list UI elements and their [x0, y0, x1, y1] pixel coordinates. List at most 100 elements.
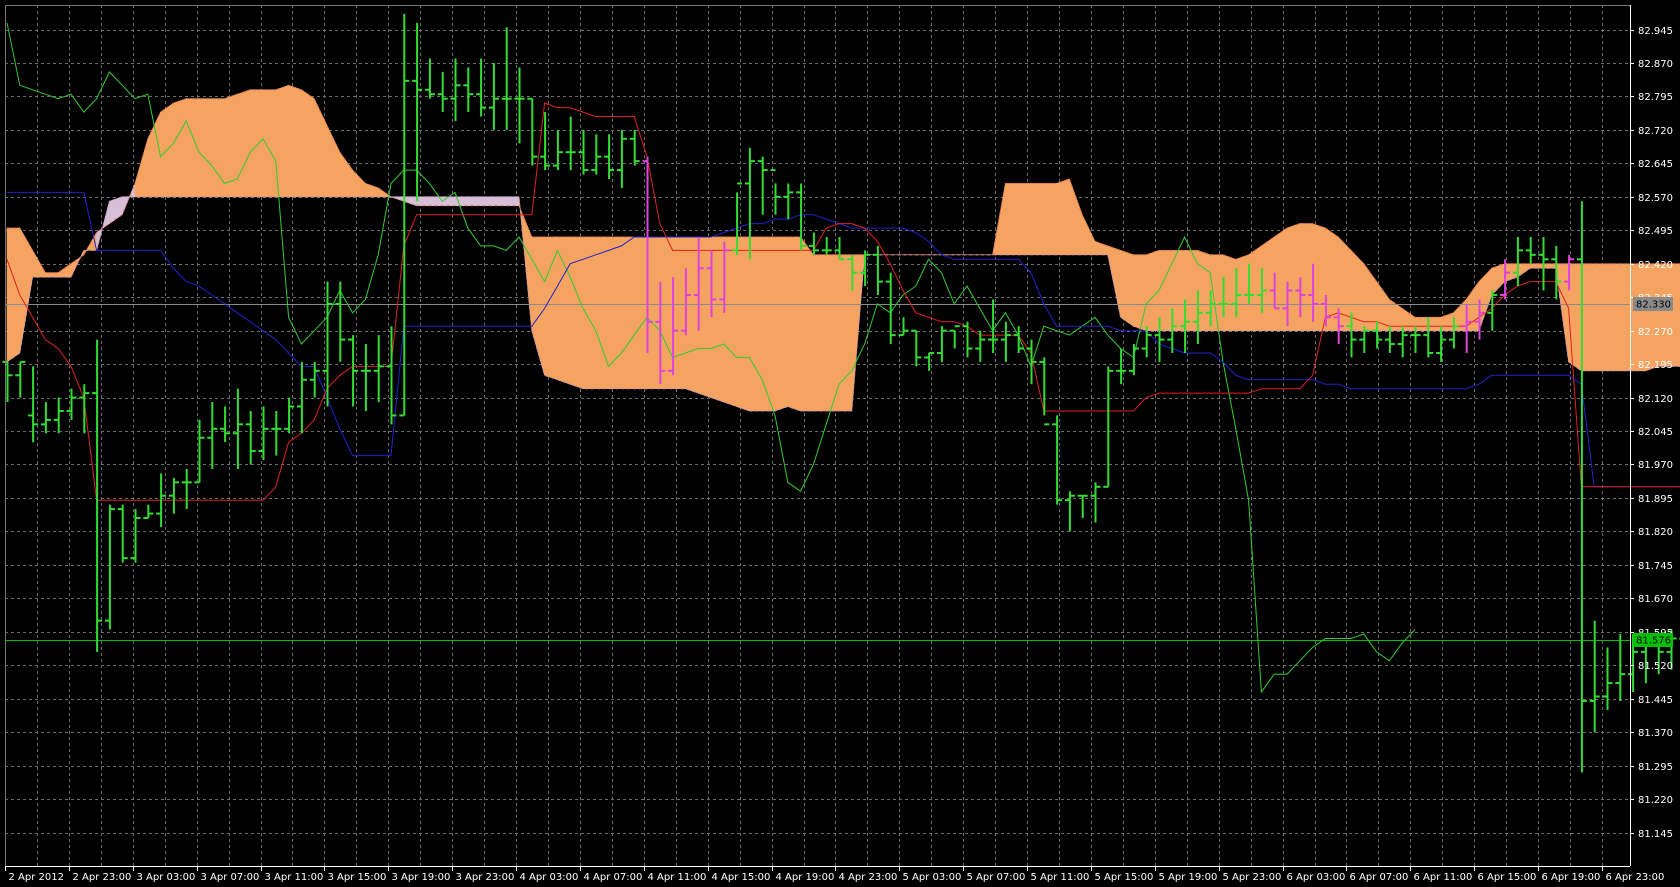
x-tick-label: 6 Apr 11:00: [1414, 872, 1473, 883]
cloud-segment: [1005, 183, 1019, 256]
cloud-segment: [736, 236, 750, 412]
x-tick-label: 3 Apr 19:00: [392, 872, 451, 883]
cloud-segment: [301, 89, 315, 198]
cloud-segment: [582, 236, 597, 389]
cloud-segment: [1171, 250, 1185, 331]
cloud-segment: [237, 89, 251, 198]
y-tick-label: 82.420: [1638, 260, 1673, 271]
cloud-segment: [1145, 249, 1160, 331]
y-tick-label: 81.445: [1638, 695, 1673, 706]
cloud-segment: [1030, 183, 1045, 256]
cloud-segment: [441, 196, 456, 207]
y-tick-label: 81.145: [1638, 829, 1673, 840]
y-tick-label: 81.820: [1638, 527, 1673, 538]
cloud-segment: [710, 236, 725, 403]
x-tick-label: 3 Apr 07:00: [201, 872, 260, 883]
cloud-segment: [608, 236, 622, 389]
cloud-segment: [749, 236, 763, 412]
y-tick-label: 81.670: [1638, 594, 1673, 605]
y-tick-label: 81.370: [1638, 728, 1673, 739]
cloud-segment: [595, 236, 609, 389]
cloud-segment: [505, 196, 520, 207]
x-tick-label: 2 Apr 23:00: [73, 872, 132, 883]
y-tick-label: 82.270: [1638, 327, 1673, 338]
cloud-segment: [621, 236, 635, 389]
cloud-segment: [249, 89, 264, 198]
x-tick-label: 5 Apr 03:00: [903, 872, 962, 883]
chart-canvas: 82.945 82.870 82.795 82.720 82.645 82.570 82.4…: [0, 0, 1680, 887]
x-tick-label: 5 Apr 19:00: [1159, 872, 1218, 883]
cloud-segment: [825, 254, 840, 412]
cloud-segment: [1670, 263, 1680, 367]
cloud-segment: [813, 254, 827, 412]
price-tag-label: 82.330: [1636, 300, 1671, 311]
price-tag: 81.576: [1633, 633, 1673, 647]
y-tick-label: 82.195: [1638, 360, 1673, 371]
x-tick-label: 4 Apr 11:00: [648, 872, 707, 883]
cloud-segment: [774, 236, 789, 412]
cloud-segment: [1542, 263, 1557, 269]
cloud-segment: [838, 254, 853, 412]
cloud-segment: [1056, 178, 1070, 256]
cloud-segment: [1657, 263, 1672, 367]
y-tick-label: 82.870: [1638, 59, 1673, 70]
x-tick-label: 6 Apr 03:00: [1287, 872, 1346, 883]
cloud-segment: [544, 236, 558, 381]
x-tick-label: 2 Apr 2012: [9, 872, 64, 883]
x-tick-label: 4 Apr 23:00: [839, 872, 898, 883]
cloud-segment: [1120, 249, 1134, 327]
y-tick-label: 82.945: [1638, 26, 1673, 37]
cloud-segment: [288, 84, 302, 198]
x-tick-label: 3 Apr 11:00: [265, 872, 324, 883]
price-tag-label: 81.576: [1636, 636, 1671, 647]
cloud-segment: [1427, 316, 1441, 331]
cloud-segment: [1568, 263, 1582, 372]
cloud-segment: [6, 227, 21, 363]
cloud-segment: [480, 196, 494, 207]
cloud-segment: [467, 196, 481, 207]
cloud-segment: [697, 236, 712, 399]
y-tick-label: 81.745: [1638, 561, 1673, 572]
cloud-segment: [1197, 249, 1211, 331]
cloud-segment: [1273, 227, 1288, 331]
y-tick-label: 82.120: [1638, 394, 1673, 405]
cloud-segment: [1286, 223, 1301, 331]
cloud-segment: [173, 98, 187, 198]
y-tick-label: 82.720: [1638, 126, 1673, 137]
cloud-segment: [198, 98, 213, 198]
cloud-segment: [787, 236, 801, 412]
x-tick-label: 6 Apr 23:00: [1606, 872, 1665, 883]
cloud-segment: [1529, 263, 1544, 269]
cloud-segment: [1248, 245, 1262, 331]
cloud-segment: [45, 272, 59, 278]
y-tick-label: 81.220: [1638, 795, 1673, 806]
x-tick-label: 3 Apr 23:00: [456, 872, 515, 883]
x-tick-label: 3 Apr 15:00: [328, 872, 387, 883]
x-tick-label: 6 Apr 15:00: [1478, 872, 1537, 883]
cloud-segment: [1581, 263, 1595, 372]
cloud-segment: [493, 196, 507, 207]
ichimoku-chart: 82.945 82.870 82.795 82.720 82.645 82.570 82.4…: [0, 0, 1680, 887]
y-tick-label: 81.970: [1638, 460, 1673, 471]
x-tick-label: 5 Apr 11:00: [1031, 872, 1090, 883]
y-tick-label: 82.495: [1638, 226, 1673, 237]
y-tick-label: 81.520: [1638, 661, 1673, 672]
cloud-segment: [1632, 263, 1646, 372]
cloud-segment: [672, 236, 686, 389]
cloud-segment: [1235, 254, 1249, 331]
cloud-segment: [211, 98, 225, 198]
cloud-segment: [262, 89, 277, 198]
cloud-segment: [1043, 183, 1057, 256]
cloud-segment: [557, 236, 571, 385]
cloud-segment: [1158, 250, 1173, 331]
cloud-segment: [1312, 223, 1326, 331]
x-tick-label: 4 Apr 03:00: [520, 872, 579, 883]
x-tick-label: 5 Apr 23:00: [1223, 872, 1282, 883]
y-tick-label: 82.045: [1638, 427, 1673, 438]
x-tick-label: 5 Apr 15:00: [1095, 872, 1154, 883]
x-tick-label: 5 Apr 07:00: [967, 872, 1026, 883]
x-tick-label: 4 Apr 19:00: [776, 872, 835, 883]
cloud-segment: [723, 236, 737, 407]
y-tick-label: 81.895: [1638, 494, 1673, 505]
cloud-segment: [1593, 263, 1608, 372]
